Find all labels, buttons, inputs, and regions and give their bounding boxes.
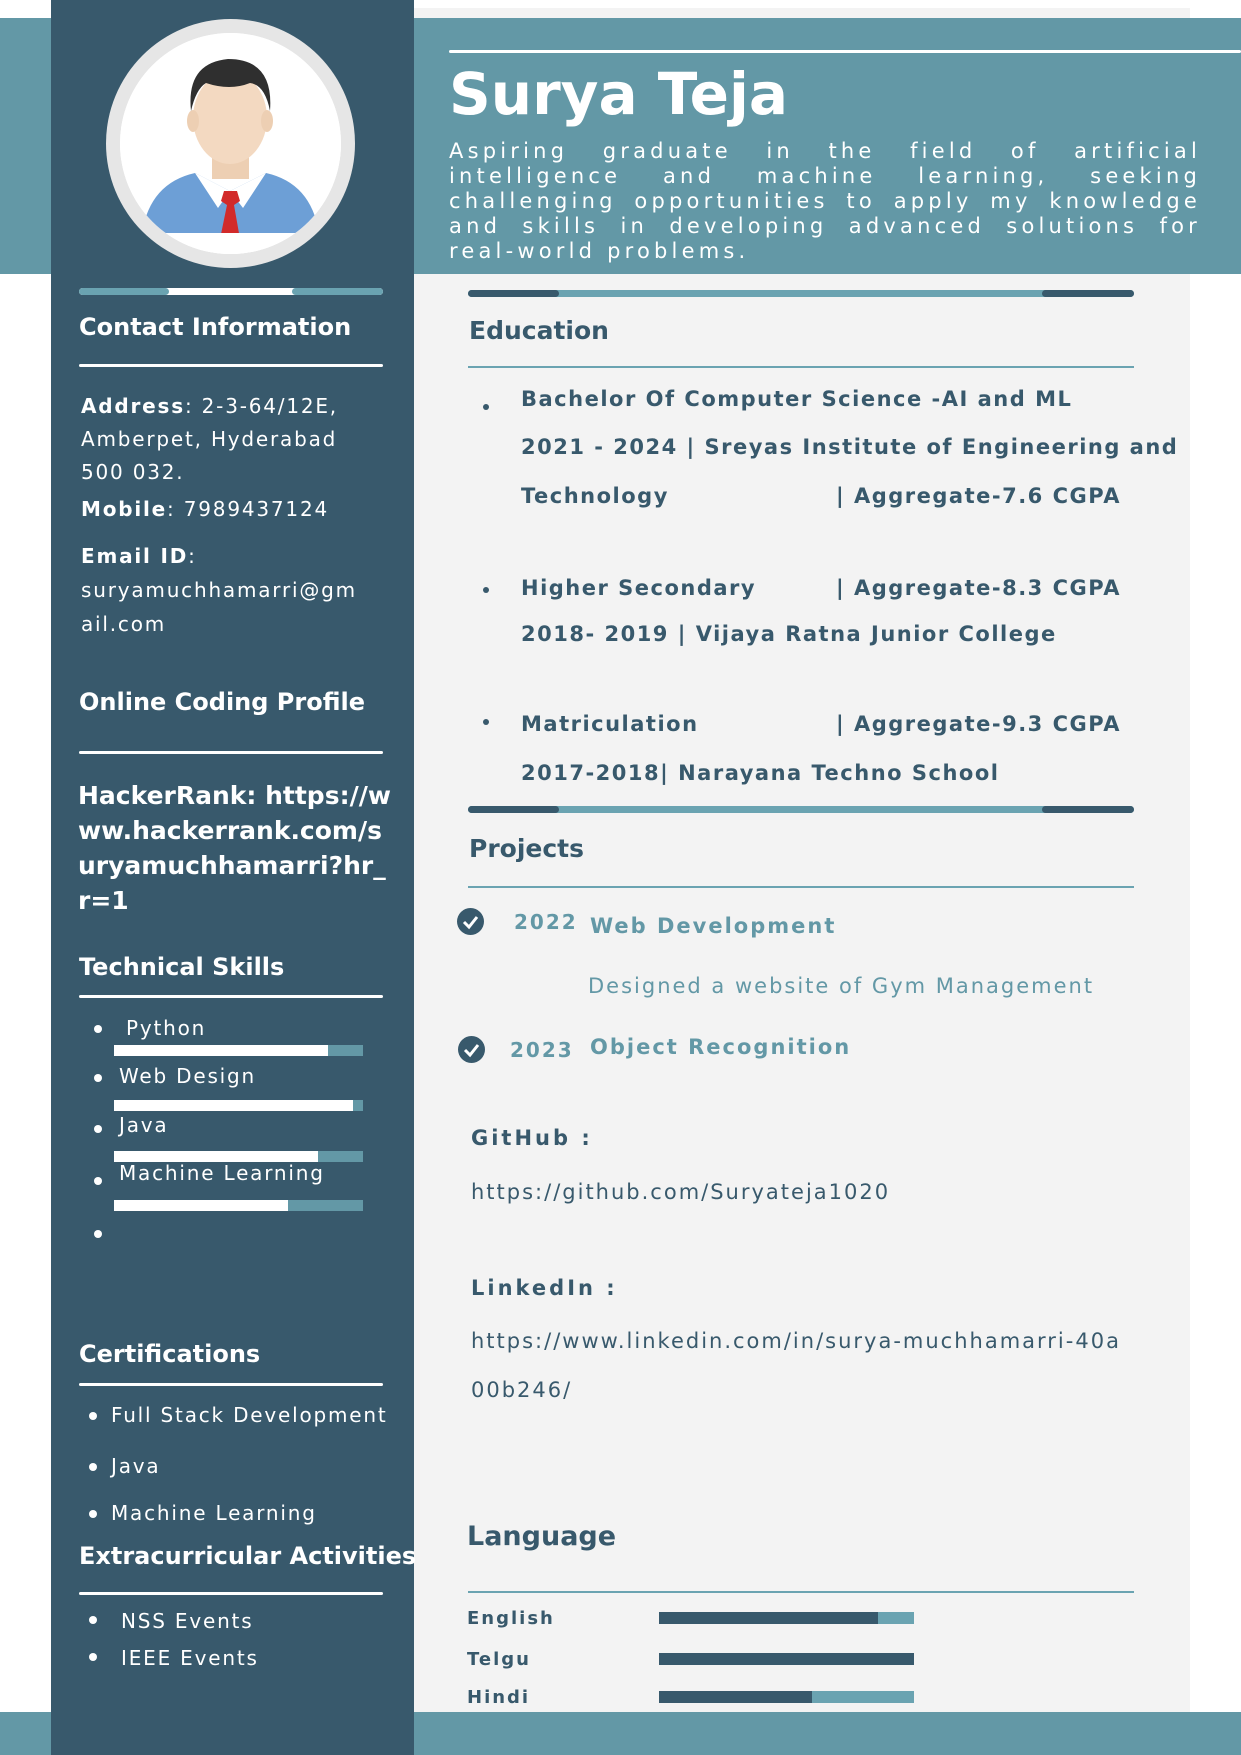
language-heading: Language xyxy=(467,1521,617,1552)
skill-label: Machine Learning xyxy=(119,1161,325,1185)
degree-aggregate: | Aggregate-7.6 CGPA xyxy=(836,484,1121,508)
project-year: 2023 xyxy=(510,1038,574,1062)
extracurricular-heading: Extracurricular Activities xyxy=(79,1542,417,1570)
address-label: Address xyxy=(81,394,185,418)
profile-summary: Aspiring graduate in the field of artifi… xyxy=(449,139,1201,263)
secondary-institution: 2018- 2019 | Vijaya Ratna Junior College xyxy=(521,622,1057,646)
degree-institution-cont: Technology xyxy=(521,484,669,508)
skill-label: Web Design xyxy=(119,1064,257,1088)
mobile-label: Mobile xyxy=(81,497,168,521)
education-divider xyxy=(468,290,1134,297)
skill-bar xyxy=(114,1100,363,1111)
degree-title: Bachelor Of Computer Science -AI and ML xyxy=(521,387,1073,411)
certifications-heading: Certifications xyxy=(79,1340,261,1368)
extracurricular-item: IEEE Events xyxy=(121,1646,259,1670)
check-circle-icon xyxy=(457,908,484,935)
projects-heading: Projects xyxy=(469,834,585,863)
check-circle-icon xyxy=(458,1036,485,1063)
coding-profile-heading: Online Coding Profile xyxy=(79,688,365,716)
project-year: 2022 xyxy=(514,910,578,934)
projects-divider xyxy=(468,806,1134,813)
github-link[interactable]: https://github.com/Suryateja1020 xyxy=(471,1168,1171,1217)
certification-item: Machine Learning xyxy=(111,1501,317,1525)
email: Email ID: suryamuchhamarri@gm ail.com xyxy=(81,544,357,636)
secondary-title: Higher Secondary xyxy=(521,576,757,600)
matriculation-aggregate: | Aggregate-9.3 CGPA xyxy=(836,712,1121,736)
project-title: Object Recognition xyxy=(590,1035,852,1059)
secondary-aggregate: | Aggregate-8.3 CGPA xyxy=(836,576,1121,600)
skill-label: Python xyxy=(126,1016,207,1040)
contact-heading: Contact Information xyxy=(79,313,352,341)
person-avatar-icon xyxy=(120,33,341,254)
mobile: Mobile: 7989437124 xyxy=(81,497,329,521)
language-bar xyxy=(659,1691,914,1703)
address: Address: 2-3-64/12E, Amberpet, Hyderabad… xyxy=(81,394,338,484)
certification-item: Java xyxy=(111,1454,161,1478)
github-label: GitHub : xyxy=(471,1126,593,1150)
linkedin-label: LinkedIn : xyxy=(471,1276,618,1300)
matriculation-institution: 2017-2018| Narayana Techno School xyxy=(521,761,1000,785)
profile-photo xyxy=(106,19,355,268)
linkedin-link[interactable]: https://www.linkedin.com/in/surya-muchha… xyxy=(471,1317,1131,1415)
matriculation-title: Matriculation xyxy=(521,712,699,736)
skills-heading: Technical Skills xyxy=(79,953,285,981)
language-name: Hindi xyxy=(467,1687,531,1708)
language-name: English xyxy=(467,1608,555,1629)
certification-item: Full Stack Development xyxy=(111,1403,388,1427)
email-label: Email ID xyxy=(81,544,189,568)
header-rule xyxy=(449,50,1241,53)
skill-bar xyxy=(114,1045,363,1056)
project-description: Designed a website of Gym Management xyxy=(588,974,1095,998)
extracurricular-item: NSS Events xyxy=(121,1609,254,1633)
language-bar xyxy=(659,1653,914,1665)
degree-institution: 2021 - 2024 | Sreyas Institute of Engine… xyxy=(521,435,1179,459)
language-bar xyxy=(659,1612,914,1624)
skill-bar xyxy=(114,1200,363,1211)
hackerrank-link[interactable]: HackerRank: https://www.hackerrank.com/s… xyxy=(78,778,398,918)
education-heading: Education xyxy=(469,316,609,345)
candidate-name: Surya Teja xyxy=(449,60,789,128)
skill-label: Java xyxy=(119,1113,169,1137)
language-name: Telgu xyxy=(467,1649,531,1670)
project-title: Web Development xyxy=(590,914,837,938)
